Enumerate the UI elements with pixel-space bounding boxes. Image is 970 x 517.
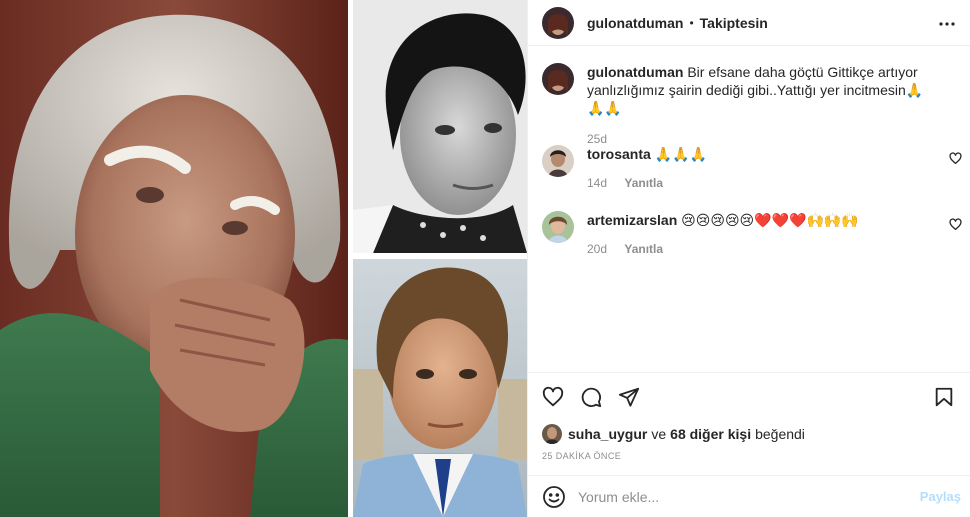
post-actions: suha_uygur ve 68 diğer kişi beğendi 25 D… [528,372,970,474]
comments-list: gulonatduman Bir efsane daha göçtü Gitti… [528,47,970,372]
caption-age[interactable]: 25d [587,132,607,146]
bookmark-icon[interactable] [933,386,955,408]
comment-like-heart-icon[interactable] [949,152,962,165]
author-avatar[interactable] [542,63,574,95]
likes-summary[interactable]: suha_uygur ve 68 diğer kişi beğendi [542,424,805,444]
likes-others[interactable]: 68 diğer kişi [670,426,751,442]
comment-username[interactable]: artemizarslan [587,212,677,228]
comment-age[interactable]: 14d [587,176,607,190]
more-options-button[interactable] [935,12,959,36]
separator-dot: • [689,15,694,30]
post-header: gulonatduman • Takiptesin [528,0,970,46]
more-horizontal-icon [939,22,955,26]
likes-suffix: beğendi [755,426,805,442]
photo-elderly-man [0,0,348,517]
commenter-avatar[interactable] [542,145,574,177]
post-media[interactable] [0,0,527,517]
reply-button[interactable]: Yanıtla [624,242,663,256]
comment-username[interactable]: torosanta [587,146,651,162]
likes-connector: ve [651,426,667,442]
smiley-icon[interactable] [542,485,566,509]
author-avatar[interactable] [542,6,574,39]
comment-icon[interactable] [580,386,602,408]
photo-bw-portrait [353,0,527,253]
comment-age[interactable]: 20d [587,242,607,256]
heart-icon[interactable] [542,386,564,408]
reply-button[interactable]: Yanıtla [624,176,663,190]
comment-like-heart-icon[interactable] [949,218,962,231]
author-username[interactable]: gulonatduman [587,15,683,31]
liker-username[interactable]: suha_uygur [568,426,647,442]
comment-text: 😢😢😢😢😢❤️❤️❤️🙌🙌🙌 [681,212,859,228]
add-comment-bar: Paylaş [528,475,970,517]
caption: gulonatduman Bir efsane daha göçtü Gitti… [542,63,962,148]
comment-item: torosanta 🙏🙏🙏 14d Yanıtla [542,145,962,192]
post-comment-button[interactable]: Paylaş [920,489,961,504]
post-timestamp[interactable]: 25 DAKİKA ÖNCE [542,451,621,461]
post-details-panel: gulonatduman • Takiptesin gulonatduman B… [527,0,970,517]
comment-input[interactable] [578,488,908,505]
caption-username[interactable]: gulonatduman [587,64,683,80]
photo-color-portrait [353,259,527,517]
follow-status[interactable]: Takiptesin [700,15,768,31]
commenter-avatar[interactable] [542,211,574,243]
liker-avatar[interactable] [542,424,562,444]
comment-item: artemizarslan 😢😢😢😢😢❤️❤️❤️🙌🙌🙌 20d Yanıtla [542,211,962,258]
comment-text: 🙏🙏🙏 [654,146,707,162]
send-icon[interactable] [618,386,640,408]
